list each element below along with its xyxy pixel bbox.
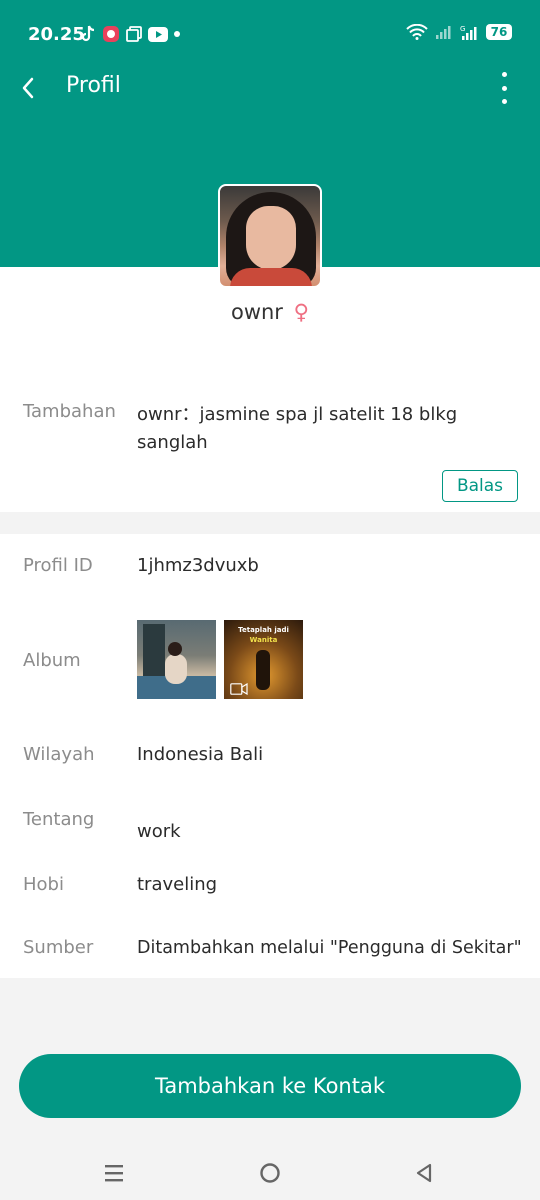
nav-recents-button[interactable] xyxy=(94,1153,134,1193)
status-bar: 20.25 G 76 xyxy=(0,0,540,70)
video-caption-1: Tetaplah jadi xyxy=(238,626,289,634)
nav-back-button[interactable] xyxy=(404,1153,444,1193)
back-triangle-icon xyxy=(416,1163,432,1183)
youtube-icon xyxy=(148,26,168,42)
photo-person xyxy=(165,654,187,684)
about-value: work xyxy=(137,821,181,842)
source-label: Sumber xyxy=(23,937,94,958)
region-value: Indonesia Bali xyxy=(137,744,264,765)
profile-id-label: Profil ID xyxy=(23,555,93,576)
status-time: 20.25 xyxy=(28,24,85,45)
more-dot xyxy=(501,85,507,91)
photo-door xyxy=(143,624,165,676)
system-nav-bar xyxy=(0,1145,540,1200)
reply-button[interactable]: Balas xyxy=(442,470,518,502)
avatar[interactable] xyxy=(218,184,322,288)
photo-head xyxy=(168,642,182,656)
extra-value: ownr：jasmine spa jl satelit 18 blkg sang… xyxy=(137,404,458,453)
home-circle-icon xyxy=(260,1163,280,1183)
tiktok-icon xyxy=(81,25,95,42)
notification-icons xyxy=(80,25,180,43)
app-bar: Profil xyxy=(0,62,540,114)
add-contact-button[interactable]: Tambahkan ke Kontak xyxy=(19,1054,521,1118)
profile-name-row: ownr ♀ xyxy=(0,300,540,324)
hobby-value: traveling xyxy=(137,874,218,895)
chevron-left-icon xyxy=(22,77,34,99)
nav-home-button[interactable] xyxy=(250,1153,290,1193)
signal-icon xyxy=(436,26,451,39)
avatar-shirt xyxy=(230,268,312,286)
female-icon: ♀ xyxy=(293,300,310,324)
source-value: Ditambahkan melalui "Pengguna di Sekitar… xyxy=(137,938,522,958)
back-button[interactable] xyxy=(12,72,44,104)
profile-id-value: 1jhmz3dvuxb xyxy=(137,555,259,576)
battery-icon: 76 xyxy=(486,24,512,40)
copy-icon xyxy=(126,26,142,42)
hobby-label: Hobi xyxy=(23,874,64,895)
region-label: Wilayah xyxy=(23,744,95,765)
profile-name: ownr xyxy=(230,300,283,324)
battery-level: 76 xyxy=(490,25,508,39)
svg-text:G: G xyxy=(460,25,465,33)
album-label: Album xyxy=(23,650,81,671)
more-dot xyxy=(501,99,507,104)
menu-icon xyxy=(105,1165,123,1182)
page-title: Profil xyxy=(66,73,121,98)
video-caption-2: Wanita xyxy=(249,636,278,644)
system-icons: G 76 xyxy=(406,24,512,40)
more-options-button[interactable] xyxy=(498,72,510,104)
more-vertical-icon xyxy=(501,72,507,77)
video-camera-icon xyxy=(230,683,248,695)
avatar-face xyxy=(246,206,296,270)
dot-icon xyxy=(174,31,180,37)
signal-g-icon: G xyxy=(460,25,477,40)
about-label: Tentang xyxy=(23,809,95,830)
album-video-2[interactable]: Tetaplah jadi Wanita xyxy=(224,620,303,699)
extra-label: Tambahan xyxy=(23,401,116,422)
album-photo-1[interactable] xyxy=(137,620,216,699)
wifi-icon xyxy=(406,24,428,40)
app-icon xyxy=(103,26,119,42)
video-figure xyxy=(256,650,270,690)
